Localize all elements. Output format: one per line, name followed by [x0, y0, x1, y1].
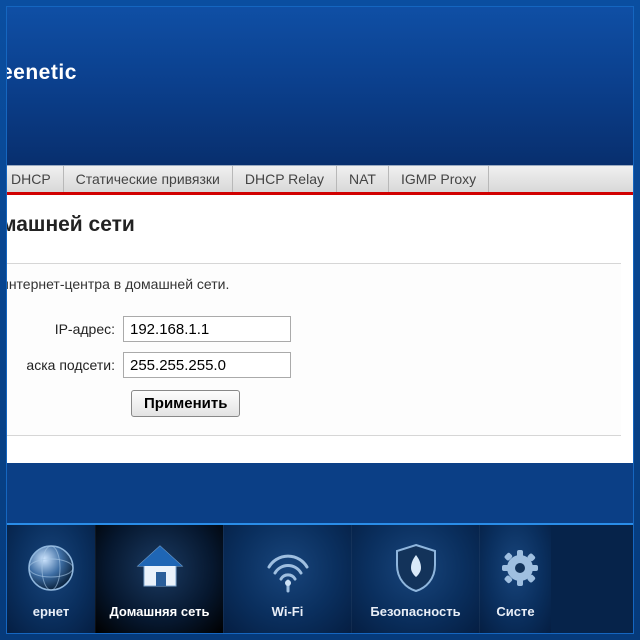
nav-wifi[interactable]: Wi-Fi — [223, 525, 351, 633]
tab-dhcp[interactable]: DHCP — [7, 166, 64, 192]
page-title: машней сети — [6, 213, 621, 237]
globe-icon — [23, 540, 79, 596]
nav-label-system: Систе — [496, 604, 534, 619]
label-mask: аска подсети: — [6, 357, 123, 373]
input-mask[interactable] — [123, 352, 291, 378]
tab-static-bindings[interactable]: Статические привязки — [64, 166, 233, 192]
nav-internet[interactable]: ернет — [7, 525, 95, 633]
nav-home-network[interactable]: Домашняя сеть — [95, 525, 223, 633]
nav-label-wifi: Wi-Fi — [272, 604, 304, 619]
wifi-icon — [260, 540, 316, 596]
brand-title: eenetic — [6, 61, 77, 85]
help-text: интернет-центра в домашней сети. — [6, 276, 621, 292]
tabs-row: DHCP Статические привязки DHCP Relay NAT… — [7, 165, 633, 195]
home-icon — [132, 540, 188, 596]
tab-igmp-proxy[interactable]: IGMP Proxy — [389, 166, 489, 192]
form-section: интернет-центра в домашней сети. IP-адре… — [7, 263, 621, 436]
shield-icon — [388, 540, 444, 596]
nav-label-home: Домашняя сеть — [110, 604, 210, 619]
content-area: машней сети интернет-центра в домашней с… — [7, 195, 633, 463]
nav-security[interactable]: Безопасность — [351, 525, 479, 633]
nav-label-security: Безопасность — [370, 604, 460, 619]
tab-dhcp-relay[interactable]: DHCP Relay — [233, 166, 337, 192]
header: eenetic — [7, 7, 633, 165]
nav-label-internet: ернет — [33, 604, 69, 619]
input-ip[interactable] — [123, 316, 291, 342]
bottom-nav: ернет Домашняя сеть — [7, 523, 633, 633]
nav-system[interactable]: Систе — [479, 525, 551, 633]
gear-icon — [488, 540, 544, 596]
label-ip: IP-адрес: — [6, 321, 123, 337]
row-mask: аска подсети: — [7, 352, 621, 378]
tab-nat[interactable]: NAT — [337, 166, 389, 192]
apply-button[interactable]: Применить — [131, 390, 240, 417]
row-ip: IP-адрес: — [7, 316, 621, 342]
